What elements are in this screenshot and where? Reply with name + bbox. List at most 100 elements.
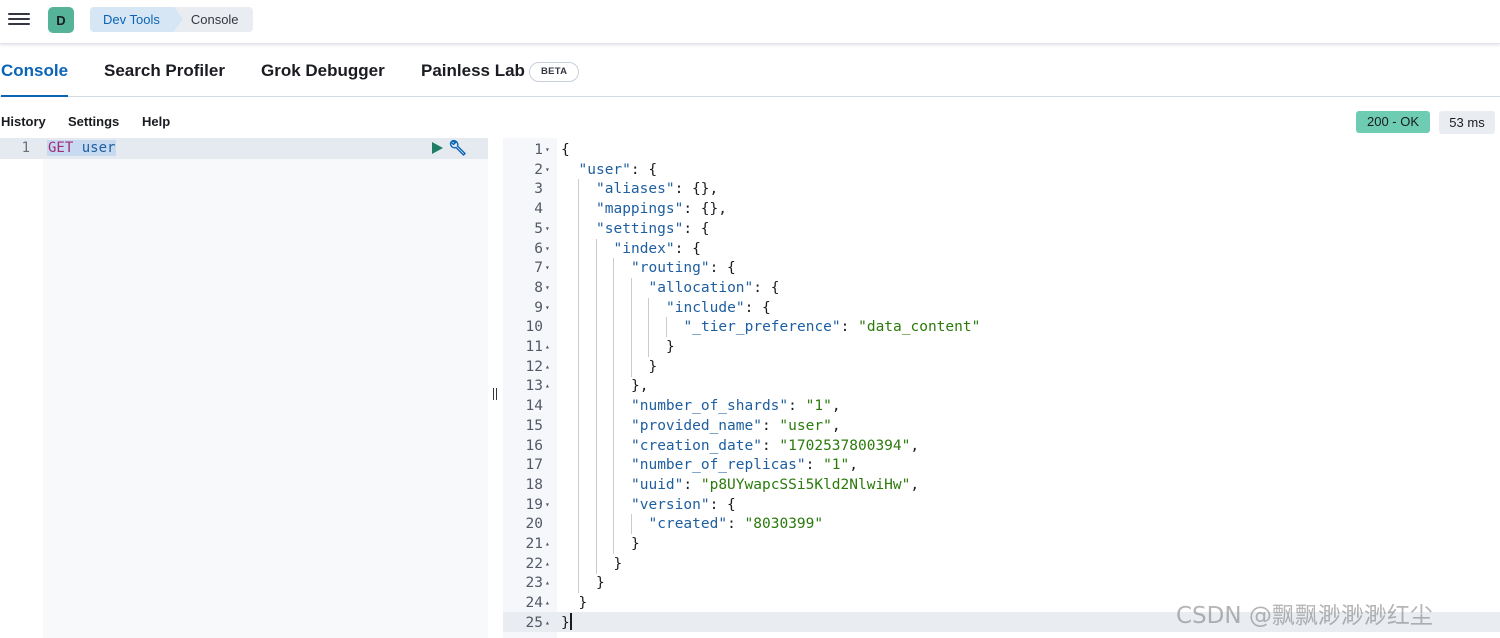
indent-guide <box>578 494 579 515</box>
response-line: 16 "creation_date": "1702537800394", <box>503 435 1500 456</box>
request-text[interactable]: GET user <box>47 140 117 156</box>
watermark: CSDN @飘飘渺渺渺红尘 <box>1176 603 1433 629</box>
breadcrumb-dev-tools[interactable]: Dev Tools <box>90 7 183 32</box>
indent-guide <box>613 337 614 357</box>
tab-bar: Console Search Profiler Grok Debugger Pa… <box>0 45 1500 97</box>
response-line-number: 2 <box>534 161 543 178</box>
indent-guide <box>595 455 597 476</box>
fold-expand-icon[interactable]: ▴ <box>545 337 550 357</box>
response-code: } <box>648 358 658 375</box>
response-code: "created": "8030399" <box>648 516 824 533</box>
response-line-number: 8 <box>534 279 543 296</box>
response-code: } <box>596 575 605 592</box>
indent-guide <box>630 356 632 377</box>
indent-guide <box>578 396 579 417</box>
indent-guide <box>578 337 579 357</box>
response-code: "creation_date": "1702537800394", <box>631 437 920 454</box>
indent-guide <box>595 356 597 377</box>
pane-resizer[interactable] <box>488 138 502 638</box>
fold-expand-icon[interactable]: ▴ <box>545 376 550 396</box>
response-line: 13 ▴}, <box>503 376 1500 397</box>
response-code: "version": { <box>631 496 736 513</box>
response-line: 1 ▾ { <box>503 140 1500 160</box>
response-code: } <box>613 555 623 572</box>
response-line-number: 20 <box>525 516 543 533</box>
fold-expand-icon[interactable]: ▴ <box>545 554 550 574</box>
response-line: 5 ▾ "settings": { <box>503 218 1500 239</box>
fold-expand-icon[interactable]: ▴ <box>545 357 550 377</box>
fold-collapse-icon[interactable]: ▾ <box>545 219 550 239</box>
fold-collapse-icon[interactable]: ▾ <box>545 495 550 515</box>
request-method: GET <box>48 140 74 156</box>
indent-guide <box>578 514 579 535</box>
tab-console[interactable]: Console <box>1 45 69 97</box>
response-code: "mappings": {}, <box>596 201 727 218</box>
indent-guide <box>613 494 614 515</box>
fold-collapse-icon[interactable]: ▾ <box>545 160 550 180</box>
response-code: "settings": { <box>596 220 710 237</box>
fold-collapse-icon[interactable]: ▾ <box>545 258 550 278</box>
response-line: 10 "_tier_preference": "data_content" <box>503 317 1500 338</box>
indent-guide <box>595 415 597 436</box>
hamburger-menu-icon[interactable] <box>8 10 30 30</box>
response-code: "allocation": { <box>648 279 780 296</box>
top-header: D Dev Tools Console <box>0 0 1500 44</box>
tab-painless-lab[interactable]: Painless Lab BETA <box>421 45 580 97</box>
indent-guide <box>613 277 614 298</box>
play-icon[interactable] <box>430 141 444 155</box>
indent-guide <box>578 356 579 377</box>
response-code: } <box>561 612 572 631</box>
indent-guide <box>595 317 597 338</box>
response-code: { <box>561 142 570 158</box>
response-line-number: 3 <box>534 181 543 198</box>
indent-guide <box>578 238 579 259</box>
response-line: 4 "mappings": {}, <box>503 199 1500 220</box>
indent-guide <box>595 435 597 456</box>
response-line-number: 1 <box>534 142 543 158</box>
response-line-number: 13 <box>525 378 543 395</box>
indent-guide <box>578 277 579 298</box>
tab-grok-debugger[interactable]: Grok Debugger <box>261 45 385 97</box>
fold-collapse-icon[interactable]: ▾ <box>545 140 550 160</box>
fold-collapse-icon[interactable]: ▾ <box>545 278 550 298</box>
space-avatar[interactable]: D <box>48 7 74 33</box>
tab-painless-lab-label: Painless Lab <box>421 61 525 80</box>
response-panel[interactable]: 1 ▾{2 ▾ "user": {3 "aliases": {}, 4 "mappings"… <box>503 138 1500 638</box>
fold-expand-icon[interactable]: ▴ <box>545 593 550 613</box>
indent-guide <box>613 415 614 436</box>
history-link[interactable]: History <box>1 114 46 129</box>
response-line: 15 "provided_name": "user", <box>503 415 1500 436</box>
indent-guide <box>578 415 579 436</box>
request-editor[interactable] <box>43 138 488 638</box>
indent-guide <box>613 356 614 377</box>
indent-guide <box>630 514 632 535</box>
fold-expand-icon[interactable]: ▴ <box>545 534 550 554</box>
response-line-number: 14 <box>525 398 543 415</box>
indent-guide <box>595 474 597 495</box>
indent-guide <box>648 317 649 338</box>
response-line-number: 11 <box>525 339 543 355</box>
response-code: "routing": { <box>631 260 736 277</box>
tab-search-profiler[interactable]: Search Profiler <box>104 45 225 97</box>
response-code: } <box>631 536 640 552</box>
response-code: }, <box>631 378 649 395</box>
indent-guide <box>648 297 649 318</box>
fold-collapse-icon[interactable]: ▾ <box>545 239 550 259</box>
help-link[interactable]: Help <box>142 114 170 129</box>
response-line-number: 16 <box>525 437 543 454</box>
indent-guide <box>595 553 597 574</box>
indent-guide <box>595 494 597 515</box>
settings-link[interactable]: Settings <box>68 114 119 129</box>
indent-guide <box>578 435 579 456</box>
indent-guide <box>595 337 597 357</box>
response-line-number: 12 <box>525 358 543 375</box>
response-code: "number_of_shards": "1", <box>631 398 841 415</box>
indent-guide <box>630 297 632 318</box>
breadcrumb: Dev Tools Console <box>90 7 253 32</box>
indent-guide <box>578 573 579 594</box>
wrench-icon[interactable] <box>448 139 468 157</box>
fold-collapse-icon[interactable]: ▾ <box>545 298 550 318</box>
indent-guide <box>630 277 632 298</box>
fold-expand-icon[interactable]: ▴ <box>545 573 550 593</box>
fold-expand-icon[interactable]: ▴ <box>545 613 550 633</box>
